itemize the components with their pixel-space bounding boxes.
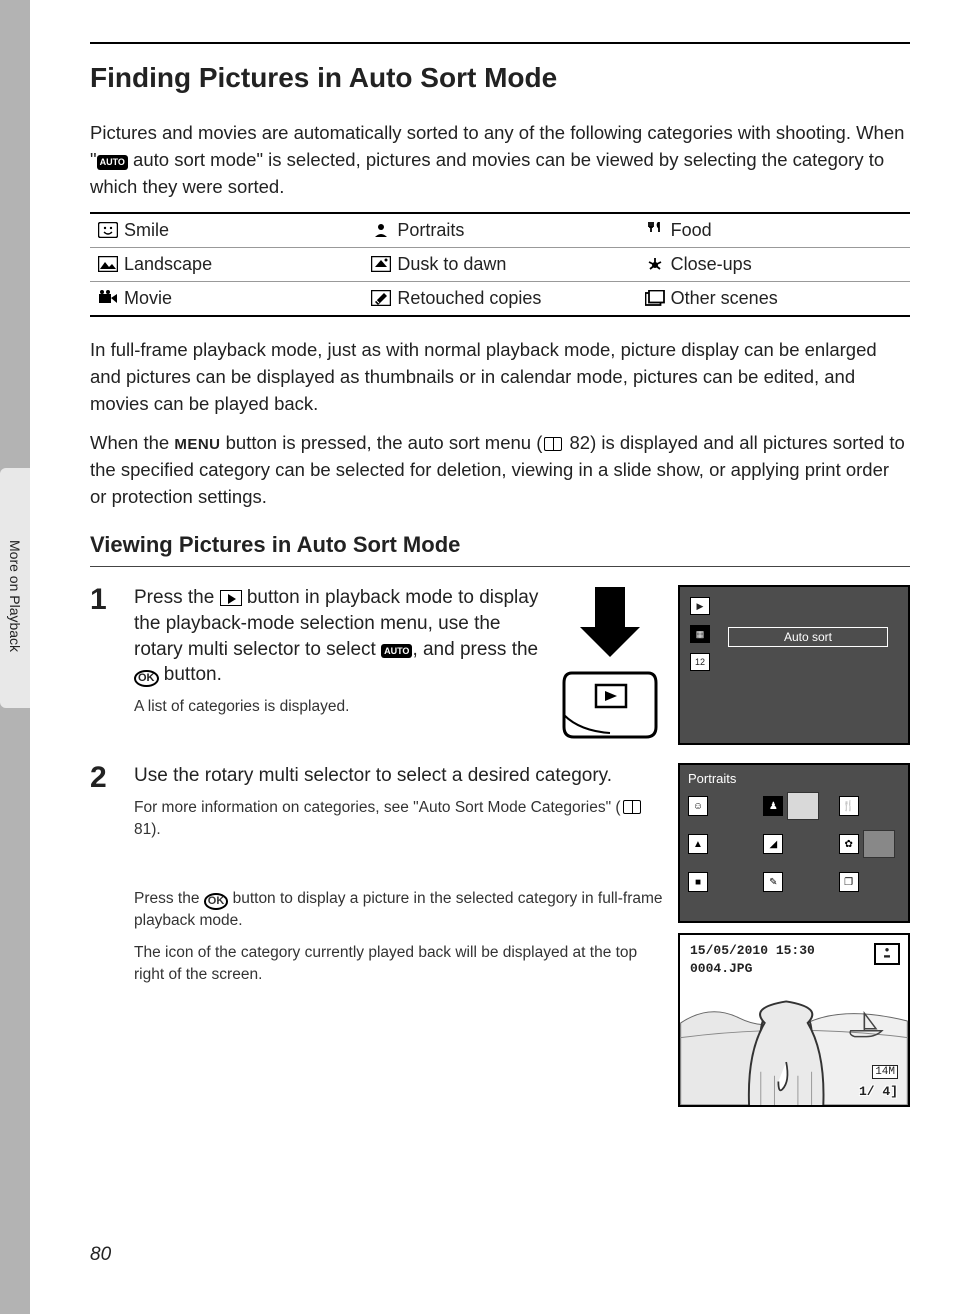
table-row: Movie Retouched copies Other scenes [90, 282, 910, 317]
grid-movie-icon: ■ [688, 872, 708, 892]
grid-closeups-icon: ✿ [839, 834, 859, 854]
table-row: Smile Portraits Food [90, 213, 910, 248]
ok-button-icon: OK [204, 893, 229, 910]
osd-counter: 1/ 4] [859, 1084, 898, 1099]
portraits-icon [371, 222, 391, 238]
page-title: Finding Pictures in Auto Sort Mode [90, 42, 910, 94]
step-1: 1 Press the button in playback mode to d… [90, 585, 910, 745]
table-row: Landscape Dusk to dawn Close-ups [90, 248, 910, 282]
book-ref-icon [623, 800, 641, 814]
grid-thumb [787, 792, 819, 820]
grid-smile-icon: ☺ [688, 796, 708, 816]
mini-auto-icon: ▦ [690, 625, 710, 643]
book-ref-icon [544, 437, 562, 451]
other-icon [645, 290, 665, 306]
mini-date-icon: 12 [690, 653, 710, 671]
step1-instruction: Press the button in playback mode to dis… [134, 585, 546, 688]
ok-button-icon: OK [134, 670, 159, 687]
auto-mode-icon: AUTO [381, 644, 412, 658]
step-number: 1 [90, 585, 120, 615]
grid-title: Portraits [688, 771, 900, 786]
movie-icon [98, 290, 118, 306]
grid-dusk-icon: ◢ [763, 834, 783, 854]
auto-mode-icon: AUTO [97, 155, 128, 170]
step2-instruction: Use the rotary multi selector to select … [134, 763, 664, 789]
step2-sub3: The icon of the category currently playe… [134, 942, 664, 985]
mini-play-icon: ▶ [690, 597, 710, 615]
landscape-icon [98, 256, 118, 272]
grid-retouched-icon: ✎ [763, 872, 783, 892]
screen-category-grid: Portraits ☺ ♟ 🍴 ▲ ◢ ✿ ■ ✎ ❐ [678, 763, 910, 923]
page-content: Finding Pictures in Auto Sort Mode Pictu… [30, 0, 954, 1314]
subheading-viewing: Viewing Pictures in Auto Sort Mode [90, 532, 910, 558]
step-number: 2 [90, 763, 120, 793]
step-2: 2 Use the rotary multi selector to selec… [90, 763, 910, 1107]
closeups-icon [645, 256, 665, 272]
menu-button-word: MENU [174, 436, 220, 453]
rule [90, 566, 910, 567]
grid-portraits-icon: ♟ [763, 796, 783, 816]
categories-table: Smile Portraits Food Landscape Dusk to d… [90, 212, 910, 317]
press-arrow-illustration [560, 585, 660, 745]
intro-paragraph: Pictures and movies are automatically so… [90, 120, 910, 200]
autosort-label: Auto sort [728, 627, 888, 647]
step2-sub2: Press the OK button to display a picture… [134, 888, 664, 932]
grid-food-icon: 🍴 [839, 796, 859, 816]
page-number: 80 [90, 1244, 111, 1266]
osd-date: 15/05/2010 15:30 [690, 943, 815, 958]
grid-thumb [863, 830, 895, 858]
retouched-icon [371, 290, 391, 306]
grid-landscape-icon: ▲ [688, 834, 708, 854]
paragraph-menu: When the MENU button is pressed, the aut… [90, 430, 910, 510]
playback-button-icon [220, 590, 242, 606]
osd-category-icon [874, 943, 900, 965]
step2-sub1: For more information on categories, see … [134, 797, 664, 840]
step1-sub: A list of categories is displayed. [134, 696, 546, 718]
osd-image-size: 14M [872, 1065, 898, 1079]
food-icon [645, 222, 665, 238]
osd-filename: 0004.JPG [690, 961, 752, 976]
paragraph-fullframe: In full-frame playback mode, just as wit… [90, 337, 910, 417]
screen-mode-menu: ▶ ▦ 12 Auto sort [678, 585, 910, 745]
figure-step1: ▶ ▦ 12 Auto sort [560, 585, 910, 745]
dusk-icon [371, 256, 391, 272]
grid-other-icon: ❐ [839, 872, 859, 892]
smile-icon [98, 222, 118, 238]
section-side-label: More on Playback [7, 540, 23, 652]
screen-playback-preview: 15/05/2010 15:30 0004.JPG 14M 1/ 4] [678, 933, 910, 1107]
